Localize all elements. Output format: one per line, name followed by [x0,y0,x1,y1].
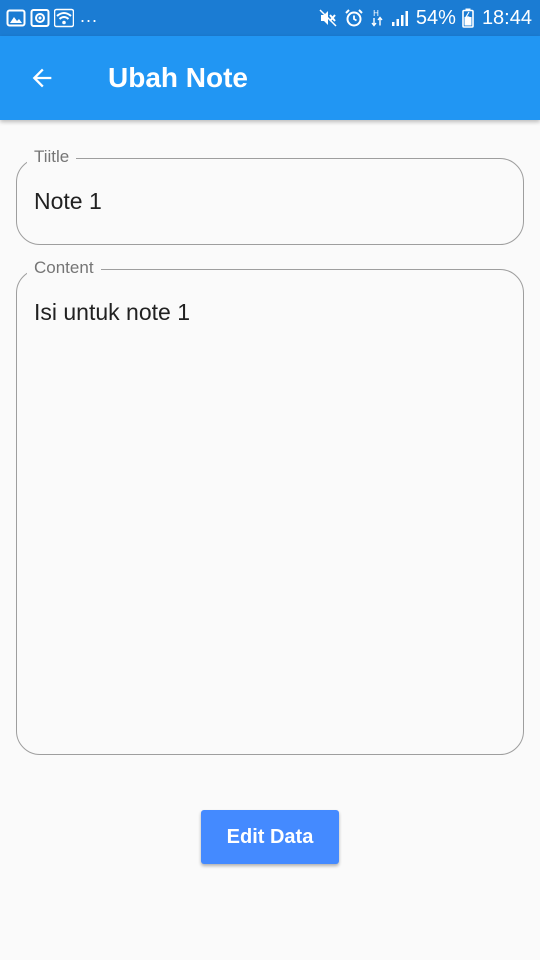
page-title: Ubah Note [108,62,248,93]
screenshot-icon [30,8,50,28]
content-field-value[interactable]: Isi untuk note 1 [34,298,190,326]
battery-icon [462,8,474,28]
title-field[interactable]: Tiitle Note 1 [16,146,524,245]
title-field-label: Tiitle [27,146,77,168]
clock: 18:44 [481,7,532,29]
network-type-text: H [373,9,379,18]
battery-percent: 54% [415,7,456,29]
wifi-icon [54,8,74,28]
content-field[interactable]: Content Isi untuk note 1 [16,257,524,755]
arrow-back-icon [32,68,52,88]
content-field-label: Content [27,257,101,279]
status-left-icons: ... [6,5,99,29]
alarm-icon [344,8,364,28]
app-bar: Ubah Note [0,36,540,120]
status-bar: ... H 54% 18:44 [0,0,540,36]
title-field-value[interactable]: Note 1 [34,187,102,215]
data-arrows-icon: H [370,8,384,28]
image-icon [6,8,26,28]
more-notifications-indicator: ... [80,5,99,26]
status-right-icons: H 54% 18:44 [318,5,532,31]
back-button[interactable] [18,54,66,102]
mute-icon [318,8,338,28]
edit-data-button[interactable]: Edit Data [201,810,339,864]
signal-icon [390,8,410,28]
